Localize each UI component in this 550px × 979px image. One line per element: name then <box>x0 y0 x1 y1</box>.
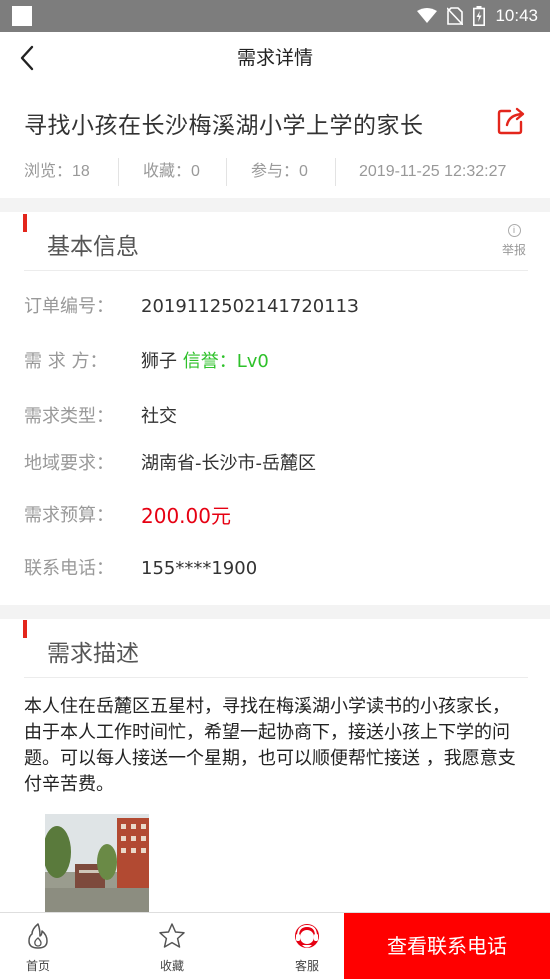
region-value: 湖南省-长沙市-岳麓区 <box>141 453 316 474</box>
order-number-label: 订单编号： <box>24 296 114 317</box>
nav-service-label: 客服 <box>294 959 319 973</box>
section-gap <box>0 605 550 619</box>
demand-type-row: 需求类型： 社交 <box>24 402 528 432</box>
demander-value: 狮子 信誉：Lv0 <box>141 347 269 377</box>
header: 需求详情 <box>0 32 550 84</box>
nav-favorite[interactable]: 收藏 <box>136 913 208 979</box>
budget-value: 200.00元 <box>141 504 231 528</box>
demand-type-value: 社交 <box>141 406 177 427</box>
region-label: 地域要求： <box>24 453 114 474</box>
bottom-nav: 首页 收藏 客服 查看联系电话 <box>0 912 550 979</box>
section-accent-bar <box>23 620 27 638</box>
stat-divider <box>226 158 227 186</box>
back-button[interactable] <box>12 42 42 74</box>
divider <box>24 270 528 271</box>
battery-icon <box>473 6 486 26</box>
description-title: 需求描述 <box>47 641 139 667</box>
status-time: 10:43 <box>495 6 538 25</box>
nav-favorite-label: 收藏 <box>159 959 184 973</box>
phone-value: 155****1900 <box>141 558 258 579</box>
view-contact-phone-button[interactable]: 查看联系电话 <box>344 913 550 979</box>
nav-home-label: 首页 <box>25 959 50 973</box>
demander-row: 需 求 方： 狮子 信誉：Lv0 <box>24 347 528 377</box>
notification-icon <box>12 6 32 26</box>
demand-type-label: 需求类型： <box>24 406 114 427</box>
demander-name: 狮子 <box>141 351 177 372</box>
basic-info-title: 基本信息 <box>47 234 139 260</box>
demander-label: 需 求 方： <box>24 351 108 372</box>
page-title: 需求详情 <box>236 47 313 69</box>
phone-label: 联系电话： <box>24 558 114 579</box>
star-icon <box>159 923 185 948</box>
info-icon: i <box>507 224 521 237</box>
nav-home[interactable]: 首页 <box>2 913 74 979</box>
nav-service[interactable]: 客服 <box>271 913 343 979</box>
share-icon <box>497 107 525 135</box>
participants-count: 参与：0 <box>251 163 308 180</box>
section-accent-bar <box>23 214 27 232</box>
chevron-left-icon <box>20 45 34 71</box>
stat-divider <box>335 158 336 186</box>
wifi-icon <box>417 8 438 23</box>
favorites-count: 收藏：0 <box>143 163 200 180</box>
demand-stats: 浏览：18 收藏：0 参与：0 2019-11-25 12:32:27 <box>0 158 550 186</box>
views-count: 浏览：18 <box>24 163 90 180</box>
description-text: 本人住在岳麓区五星村，寻找在梅溪湖小学读书的小孩家长，由于本人工作时间忙，希望一… <box>24 696 516 795</box>
school-photo <box>45 814 149 912</box>
share-button[interactable] <box>496 106 526 136</box>
status-bar: 10:43 <box>0 0 550 32</box>
home-icon <box>28 923 48 949</box>
divider <box>24 677 528 678</box>
publish-datetime: 2019-11-25 12:32:27 <box>359 163 507 180</box>
order-number-value: 201911250214172011З <box>141 296 359 317</box>
status-indicators: 10:43 <box>417 0 538 32</box>
budget-row: 需求预算： 200.00元 <box>24 501 528 531</box>
no-sim-icon <box>447 7 464 25</box>
section-gap <box>0 198 550 212</box>
budget-label: 需求预算： <box>24 505 114 526</box>
phone-row: 联系电话： 155****1900 <box>24 554 528 584</box>
report-label: 举报 <box>501 243 526 257</box>
order-number-row: 订单编号： 201911250214172011З <box>24 292 528 322</box>
stat-divider <box>118 158 119 186</box>
credit-level: 信誉：Lv0 <box>182 351 269 372</box>
headset-icon <box>295 924 319 948</box>
demand-photo[interactable] <box>45 814 149 912</box>
region-row: 地域要求： 湖南省-长沙市-岳麓区 <box>24 449 528 479</box>
demand-title: 寻找小孩在长沙梅溪湖小学上学的家长 <box>24 113 424 139</box>
report-button[interactable]: i 举报 <box>500 224 528 258</box>
